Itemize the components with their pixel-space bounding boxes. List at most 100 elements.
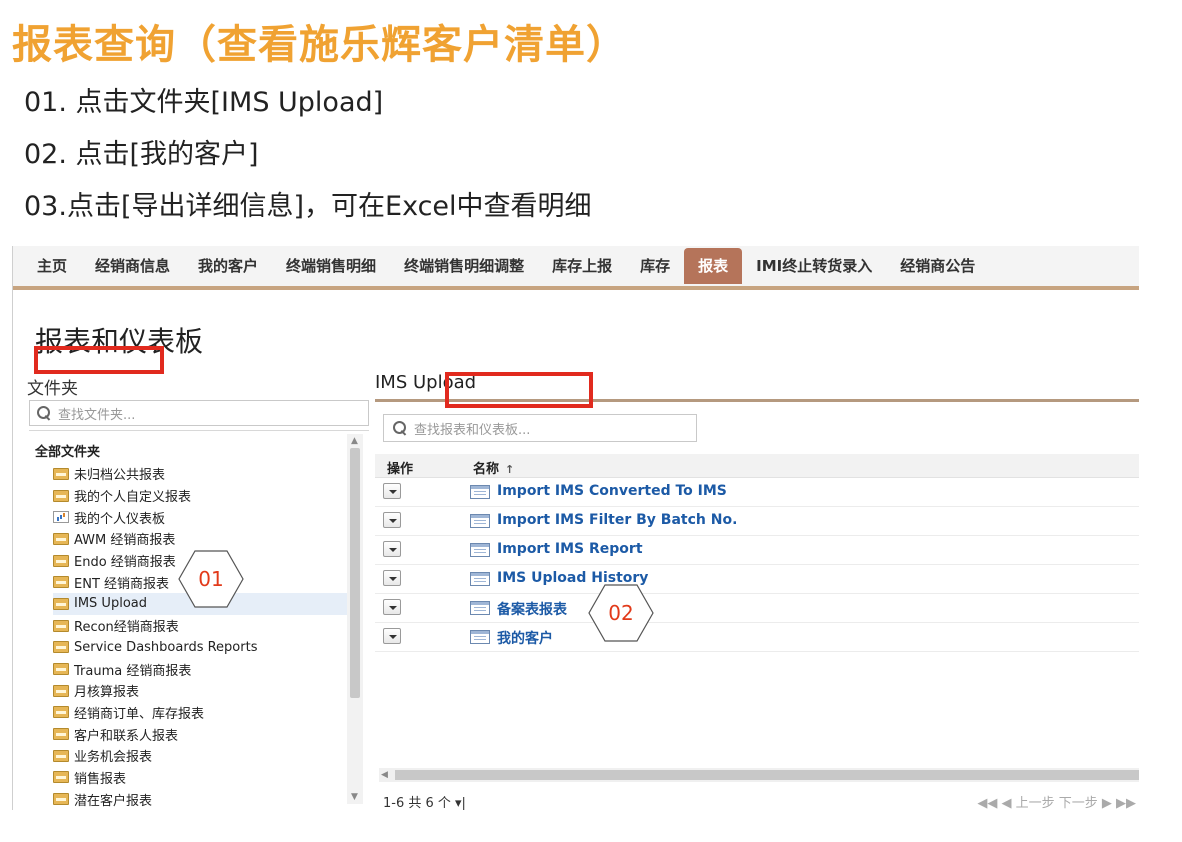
folders-label: 文件夹 — [27, 379, 78, 399]
row-action-dropdown[interactable] — [383, 512, 401, 528]
folder-search-input[interactable]: 查找文件夹... — [29, 400, 369, 426]
row-action-dropdown[interactable] — [383, 541, 401, 557]
tab-dealer-notice[interactable]: 经销商公告 — [886, 248, 989, 284]
folder-item[interactable]: 未归档公共报表 — [53, 463, 353, 485]
table-row: 备案表报表 — [375, 594, 1139, 623]
folder-item[interactable]: Recon经销商报表 — [53, 615, 353, 637]
folder-icon — [53, 576, 69, 589]
highlight-ims-upload — [34, 346, 164, 374]
folder-item[interactable]: 业务机会报表 — [53, 745, 353, 767]
report-link-my-customers[interactable]: 我的客户 — [497, 628, 553, 648]
folder-item-label: Endo 经销商报表 — [74, 555, 176, 571]
report-icon — [470, 543, 490, 557]
pagination-nav[interactable]: ◀◀ ◀ 上一步 下一步 ▶ ▶▶ — [977, 792, 1136, 810]
folder-icon — [53, 706, 69, 719]
report-icon — [470, 601, 490, 615]
report-icon — [470, 485, 490, 499]
folder-item-label: 我的个人仪表板 — [74, 511, 166, 527]
folder-icon — [53, 467, 69, 480]
table-row: Import IMS Converted To IMS — [375, 478, 1139, 507]
folder-item-label: 经销商订单、库存报表 — [74, 706, 205, 722]
tab-inventory[interactable]: 库存 — [626, 248, 684, 284]
scroll-left-icon[interactable]: ◀ — [381, 768, 388, 782]
report-link[interactable]: Import IMS Converted To IMS — [497, 483, 727, 499]
tab-dealer-info[interactable]: 经销商信息 — [81, 248, 184, 284]
callout-label: 02 — [608, 601, 634, 625]
tab-inventory-report[interactable]: 库存上报 — [538, 248, 626, 284]
folder-item-label: 月核算报表 — [74, 685, 140, 701]
tab-terminal-sales-adjust[interactable]: 终端销售明细调整 — [390, 248, 538, 284]
folder-item-label: Recon经销商报表 — [74, 620, 179, 636]
folder-item-label: 业务机会报表 — [74, 750, 153, 766]
tab-imi-transfer-entry[interactable]: IMI终止转货录入 — [742, 248, 886, 284]
folder-icon — [53, 597, 69, 610]
folder-icon — [53, 554, 69, 567]
report-link[interactable]: 备案表报表 — [497, 599, 567, 619]
slide-title: 报表查询（查看施乐辉客户清单） — [12, 22, 627, 68]
folder-item-label: 销售报表 — [74, 771, 127, 787]
sort-ascending-icon: ↑ — [505, 463, 515, 476]
report-search-input[interactable]: 查找报表和仪表板... — [383, 414, 697, 442]
scroll-down-icon[interactable]: ▼ — [351, 792, 358, 802]
tab-terminal-sales[interactable]: 终端销售明细 — [272, 248, 390, 284]
folder-item[interactable]: 我的个人仪表板 — [53, 506, 353, 528]
callout-label: 01 — [198, 567, 224, 591]
folder-scroll-thumb[interactable] — [350, 448, 360, 698]
column-header-action: 操作 — [387, 462, 414, 477]
table-row: 我的客户 — [375, 623, 1139, 652]
dashboard-icon — [53, 511, 69, 524]
folder-icon — [53, 793, 69, 806]
folder-item[interactable]: 我的个人自定义报表 — [53, 485, 353, 507]
column-header-name-label: 名称 — [473, 462, 500, 477]
folder-item-label: ENT 经销商报表 — [74, 576, 170, 592]
top-nav-bar: 主页 经销商信息 我的客户 终端销售明细 终端销售明细调整 库存上报 库存 报表… — [13, 246, 1139, 290]
all-folders-label[interactable]: 全部文件夹 — [35, 441, 100, 460]
folder-scrollbar[interactable]: ▲ ▼ — [347, 434, 363, 804]
folder-icon — [53, 641, 69, 654]
folder-icon — [53, 489, 69, 502]
step-1-text: 01. 点击文件夹[IMS Upload] — [24, 87, 384, 118]
column-header-name[interactable]: 名称 ↑ — [473, 458, 514, 477]
report-icon — [470, 630, 490, 644]
step-2-text: 02. 点击[我的客户] — [24, 139, 259, 170]
report-search-placeholder: 查找报表和仪表板... — [414, 422, 531, 438]
folder-item[interactable]: Service Dashboards Reports — [53, 637, 353, 659]
tab-reports[interactable]: 报表 — [684, 248, 743, 284]
table-header: 操作 名称 ↑ — [375, 454, 1139, 478]
row-action-dropdown[interactable] — [383, 483, 401, 499]
step-3-text: 03.点击[导出详细信息]，可在Excel中查看明细 — [24, 191, 592, 222]
folder-item[interactable]: 潜在客户报表 — [53, 788, 353, 810]
folder-item-label: Trauma 经销商报表 — [74, 663, 192, 679]
report-link[interactable]: Import IMS Filter By Batch No. — [497, 512, 737, 528]
row-action-dropdown[interactable] — [383, 599, 401, 615]
salesforce-screenshot: 主页 经销商信息 我的客户 终端销售明细 终端销售明细调整 库存上报 库存 报表… — [12, 246, 1139, 810]
report-link[interactable]: Import IMS Report — [497, 541, 643, 557]
row-action-dropdown[interactable] — [383, 570, 401, 586]
folder-item[interactable]: 销售报表 — [53, 767, 353, 789]
scroll-up-icon[interactable]: ▲ — [351, 436, 358, 446]
folder-item[interactable]: 月核算报表 — [53, 680, 353, 702]
search-icon — [392, 420, 408, 436]
folder-item[interactable]: Trauma 经销商报表 — [53, 658, 353, 680]
tab-home[interactable]: 主页 — [23, 248, 81, 284]
row-action-dropdown[interactable] — [383, 628, 401, 644]
horizontal-scroll-thumb[interactable] — [395, 770, 1139, 780]
search-icon — [36, 405, 52, 421]
folder-item[interactable]: 经销商订单、库存报表 — [53, 702, 353, 724]
folder-icon — [53, 663, 69, 676]
folder-item-label: 潜在客户报表 — [74, 793, 153, 809]
tab-my-customers[interactable]: 我的客户 — [184, 248, 272, 284]
highlight-my-customers — [445, 372, 593, 408]
folder-item-label: 客户和联系人报表 — [74, 728, 179, 744]
horizontal-scrollbar[interactable]: ◀ — [379, 768, 1139, 782]
step-callout-01: 01 — [178, 550, 244, 608]
folder-icon — [53, 532, 69, 545]
folder-item[interactable]: 客户和联系人报表 — [53, 723, 353, 745]
folder-item-label: AWM 经销商报表 — [74, 533, 176, 549]
folder-tree: 全部文件夹 未归档公共报表 我的个人自定义报表 我的个人仪表板 AWM 经销商报… — [29, 430, 369, 810]
pagination-count[interactable]: 1-6 共 6 个 ▾| — [383, 792, 466, 810]
folder-item[interactable]: AWM 经销商报表 — [53, 528, 353, 550]
folder-item-label: Service Dashboards Reports — [74, 639, 258, 655]
folder-list: 未归档公共报表 我的个人自定义报表 我的个人仪表板 AWM 经销商报表 Endo… — [53, 463, 353, 810]
report-icon — [470, 514, 490, 528]
